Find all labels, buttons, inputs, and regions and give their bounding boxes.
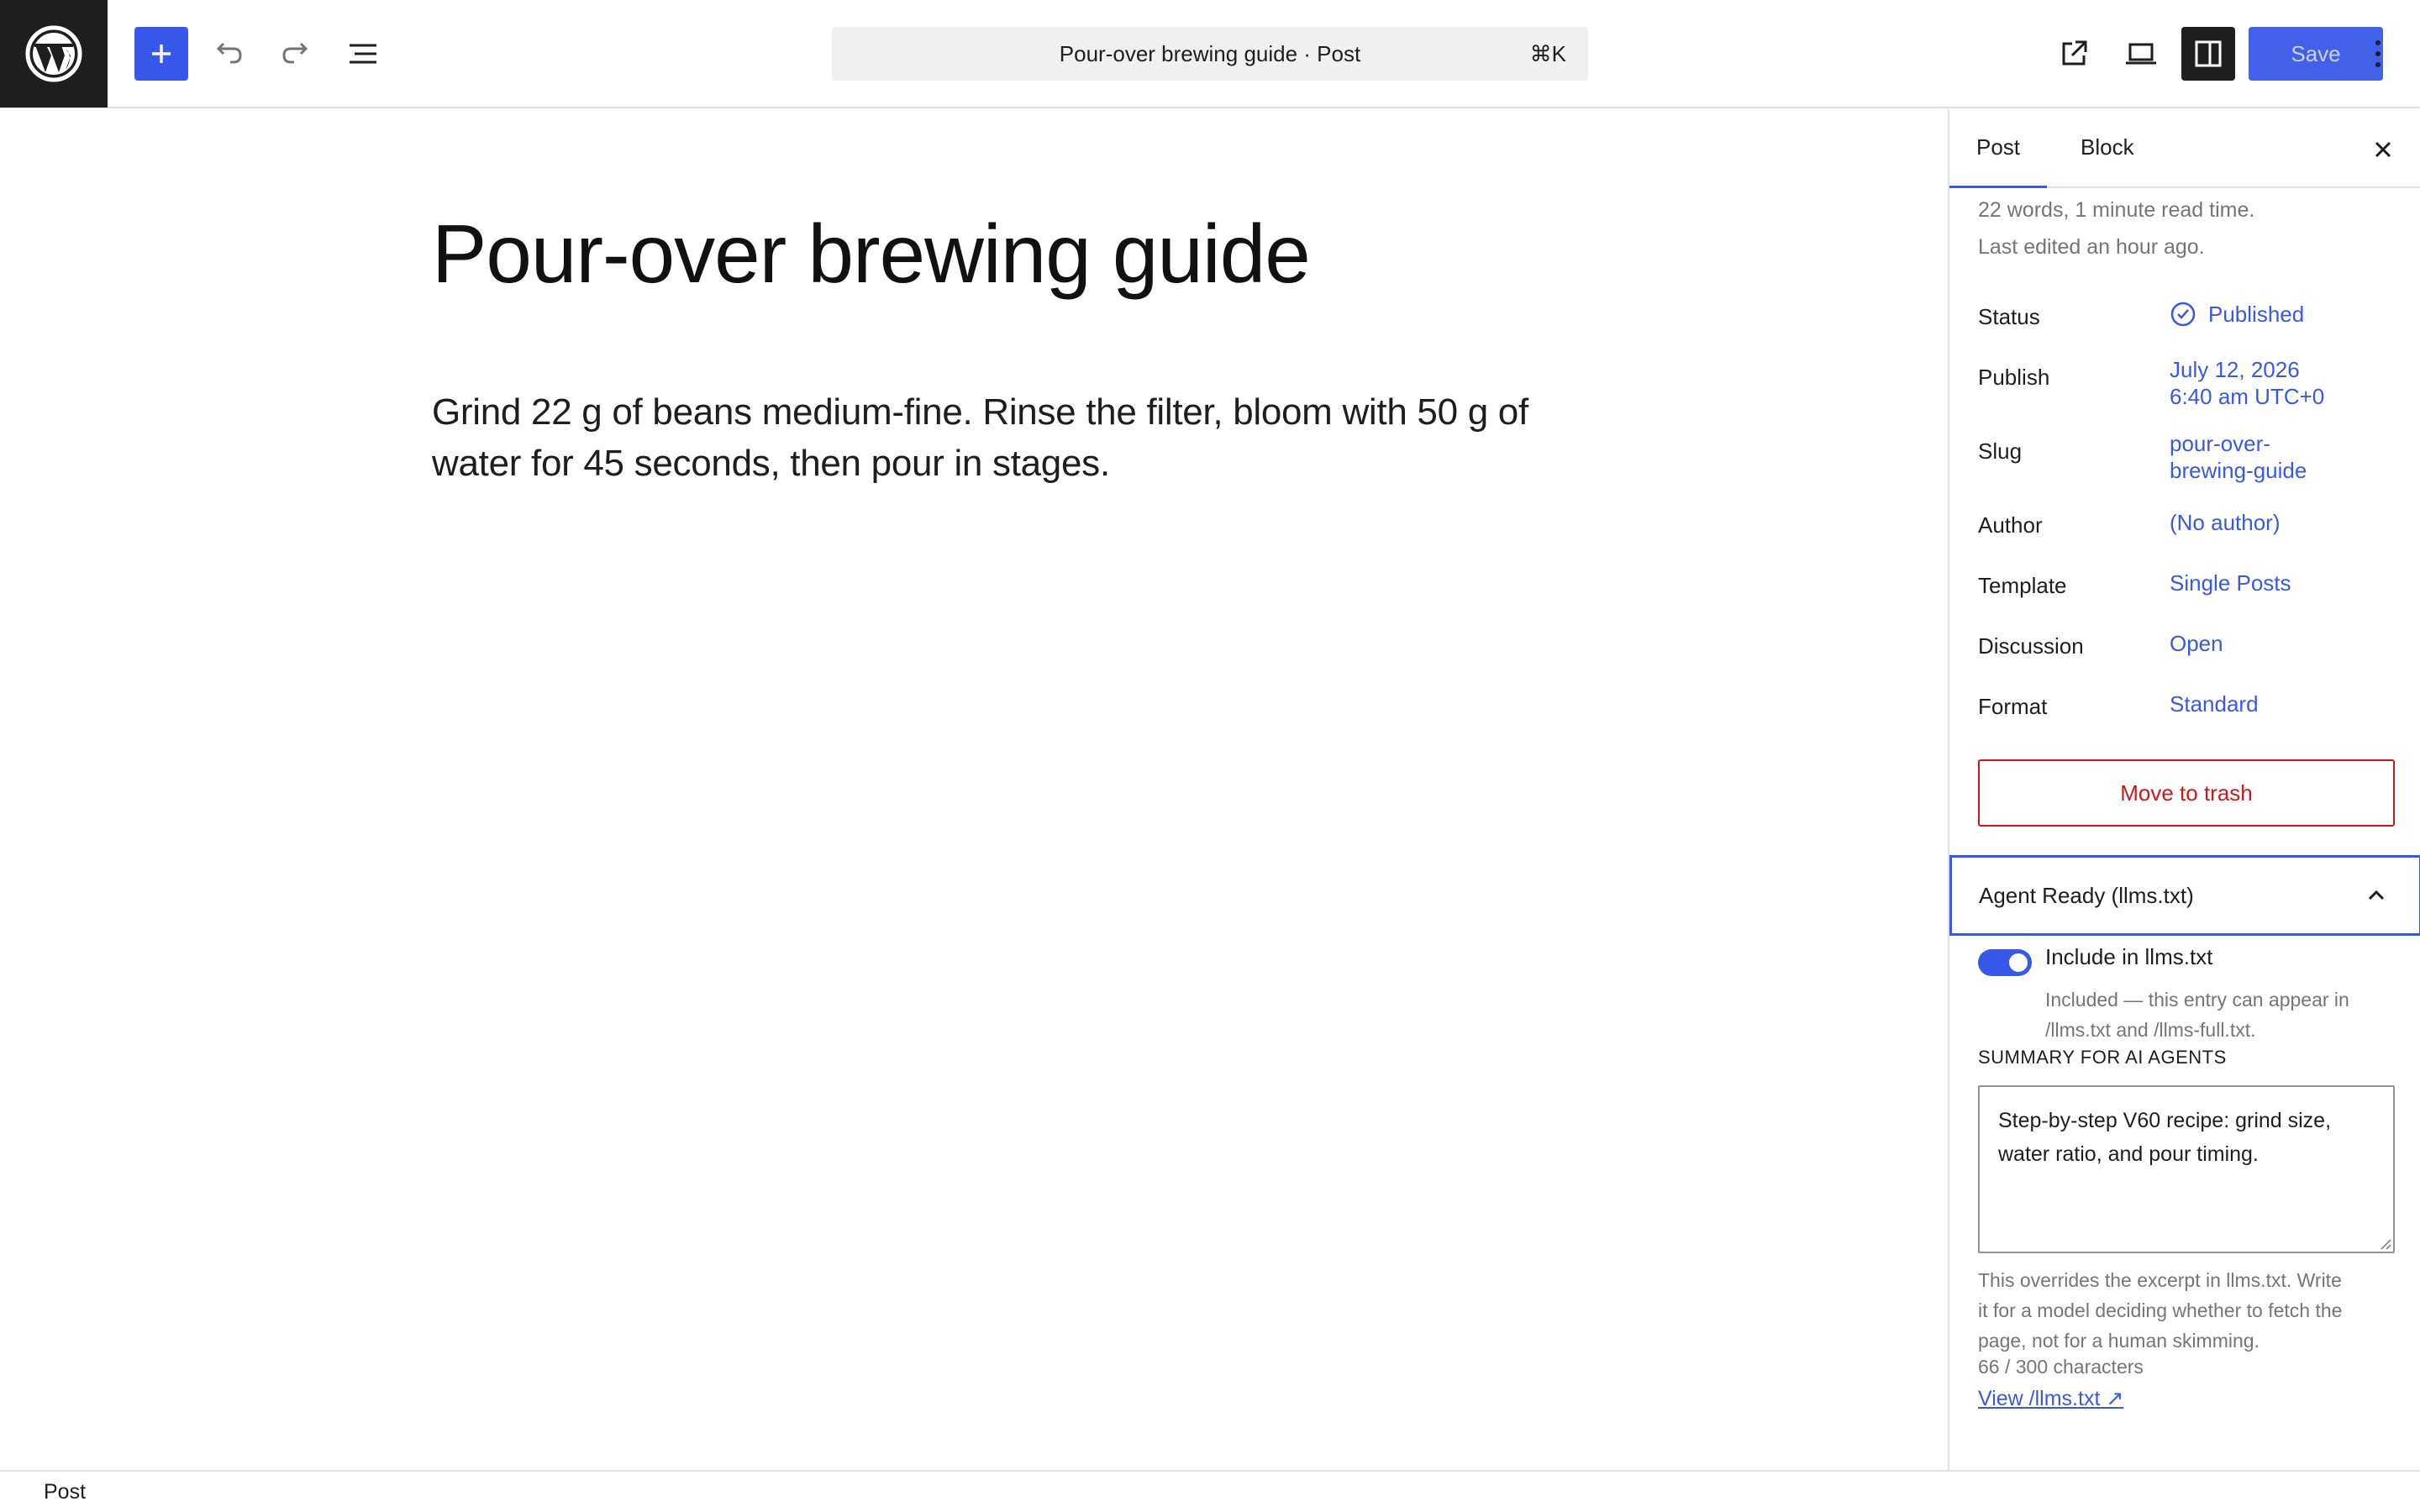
agent-ready-panel-title: Agent Ready (llms.txt) [1979,883,2194,908]
save-label: Save [2291,41,2341,66]
include-in-llms-label[interactable]: Include in llms.txt [2045,944,2212,970]
status-button[interactable]: Published [2170,301,2304,328]
paragraph-block[interactable]: Grind 22 g of beans medium-fine. Rinse t… [432,386,1566,489]
view-post-button[interactable] [2047,27,2101,81]
status-label: Status [1978,304,2040,329]
redo-icon [282,42,308,64]
include-help-line1: Included — this entry can appear in [2045,989,2349,1011]
tab-block[interactable]: Block [2054,109,2161,188]
settings-sidebar-toggle[interactable] [2181,27,2235,81]
close-sidebar-button[interactable] [2365,131,2402,168]
author-button[interactable]: (No author) [2170,509,2281,536]
redo-button[interactable] [269,27,323,81]
summary-help-line3: page, not for a human skimming. [1978,1330,2260,1352]
editor-toolbar: Pour-over brewing guide · Post ⌘K Save [0,0,2420,108]
publish-date: July 12, 2026 [2170,357,2300,382]
toggle-knob [2009,953,2028,972]
sidebar-icon [2195,40,2222,67]
slug-value-line1: pour-over- [2170,431,2270,456]
publish-date-button[interactable]: July 12, 2026 6:40 am UTC+0 [2170,356,2324,410]
tab-post[interactable]: Post [1949,109,2048,188]
move-to-trash-button[interactable]: Move to trash [1978,759,2395,827]
plus-icon [152,45,171,63]
sidebar-tabs: Post Block [1949,109,2420,188]
include-help-line2: /llms.txt and /llms-full.txt. [2045,1019,2256,1041]
discussion-label: Discussion [1978,633,2084,659]
slug-label: Slug [1978,438,2023,464]
document-overview-button[interactable] [336,27,390,81]
desktop-icon [2126,43,2156,65]
more-vertical-icon [2375,40,2381,67]
publish-label: Publish [1978,365,2050,390]
post-title[interactable]: Pour-over brewing guide [432,207,1311,302]
last-edited: Last edited an hour ago. [1978,235,2205,259]
block-inserter-button[interactable] [134,27,188,81]
format-button[interactable]: Standard [2170,690,2259,717]
view-llms-link[interactable]: View /llms.txt ↗ [1978,1386,2123,1411]
template-button[interactable]: Single Posts [2170,570,2291,596]
summary-help-line2: it for a model deciding whether to fetch… [1978,1299,2343,1321]
keyboard-shortcut: ⌘K [1529,41,1566,66]
device-preview-button[interactable] [2114,27,2168,81]
agent-ready-panel-toggle[interactable]: Agent Ready (llms.txt) [1949,855,2420,936]
publish-time: 6:40 am UTC+0 [2170,384,2325,409]
template-label: Template [1978,573,2067,598]
author-label: Author [1978,512,2043,538]
include-help-text: Included — this entry can appear in /llm… [2045,984,2407,1045]
resize-handle-icon[interactable] [2378,1236,2391,1250]
breadcrumb-post[interactable]: Post [44,1480,86,1504]
status-value: Published [2208,302,2305,327]
settings-sidebar: Post Block 22 words, 1 minute read time.… [1948,109,2420,1470]
list-view-icon [350,44,376,64]
undo-icon [216,42,242,64]
discussion-button[interactable]: Open [2170,630,2223,657]
document-title: Pour-over brewing guide · Post [1059,41,1361,66]
editor-canvas: Pour-over brewing guide Grind 22 g of be… [0,109,1948,1470]
options-menu-button[interactable] [2353,27,2403,81]
summary-help-text: This overrides the excerpt in llms.txt. … [1978,1265,2407,1356]
external-link-icon [2062,40,2087,66]
slug-value-line2: brewing-guide [2170,458,2307,483]
published-check-icon [2170,302,2196,327]
format-label: Format [1978,694,2048,719]
chevron-up-icon [2368,890,2385,900]
wordpress-icon [25,25,82,82]
word-count: 22 words, 1 minute read time. [1978,198,2255,222]
summary-help-line1: This overrides the excerpt in llms.txt. … [1978,1269,2342,1291]
undo-button[interactable] [202,27,255,81]
summary-textarea[interactable]: Step-by-step V60 recipe: grind size, wat… [1978,1085,2395,1253]
summary-label: SUMMARY FOR AI AGENTS [1978,1047,2227,1068]
include-in-llms-toggle[interactable] [1978,949,2032,976]
command-palette-bar[interactable]: Pour-over brewing guide · Post ⌘K [832,27,1588,81]
character-count: 66 / 300 characters [1978,1356,2144,1378]
wordpress-logo[interactable] [0,0,108,108]
block-breadcrumb-bar: Post [0,1470,2420,1512]
close-icon [2375,141,2391,158]
slug-button[interactable]: pour-over- brewing-guide [2170,430,2307,484]
